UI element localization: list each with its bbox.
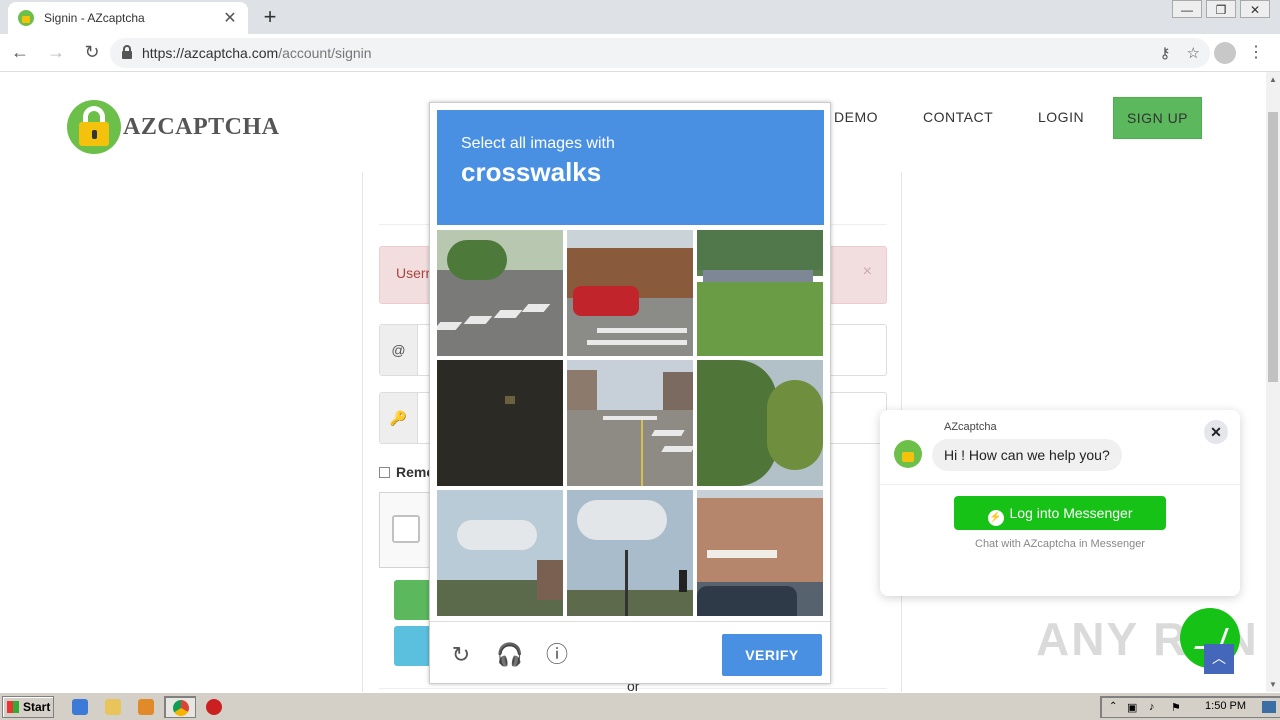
restore-button[interactable]: ❐ xyxy=(1206,0,1236,18)
nav-signup-button[interactable]: SIGN UP xyxy=(1113,97,1202,139)
captcha-tile-9[interactable] xyxy=(697,490,823,616)
nav-login-link[interactable]: LOGIN xyxy=(1038,109,1084,125)
at-sign-icon: @ xyxy=(380,325,418,375)
profile-avatar-icon[interactable] xyxy=(1214,42,1236,64)
chat-sender-name: AZcaptcha xyxy=(944,421,997,433)
recaptcha-checkbox[interactable] xyxy=(392,515,420,543)
site-logo[interactable]: AZCAPTCHA xyxy=(67,100,280,154)
system-tray: ⌃ ▣ ♪ ⚑ xyxy=(1100,696,1280,718)
folder-icon[interactable] xyxy=(105,699,121,715)
browser-tab-bar: Signin - AZcaptcha ✕ + — ❐ ✕ xyxy=(0,0,1280,34)
key-icon[interactable]: ⚷ xyxy=(1160,44,1171,62)
captcha-tile-4[interactable] xyxy=(437,360,563,486)
show-desktop-icon[interactable] xyxy=(1262,701,1276,713)
alert-close-icon[interactable]: × xyxy=(863,263,872,281)
window-controls: — ❐ ✕ xyxy=(1172,0,1270,18)
social-signin-button[interactable] xyxy=(394,626,434,666)
chat-caption: Chat with AZcaptcha in Messenger xyxy=(975,538,1145,550)
alert-text: Userr xyxy=(396,265,431,281)
verify-button[interactable]: VERIFY xyxy=(722,634,822,676)
messenger-icon: ⚡ xyxy=(987,510,1004,526)
ie-icon[interactable] xyxy=(72,699,88,715)
reload-icon[interactable]: ↻ xyxy=(76,42,108,63)
chrome-taskbar-button[interactable] xyxy=(164,696,196,718)
new-tab-button[interactable]: + xyxy=(258,6,282,28)
captcha-tile-6[interactable] xyxy=(697,360,823,486)
tray-expand-icon[interactable]: ⌃ xyxy=(1109,701,1117,712)
forward-arrow-icon[interactable]: → xyxy=(40,42,72,63)
volume-icon[interactable]: ♪ xyxy=(1149,701,1155,713)
padlock-logo-icon xyxy=(67,100,121,154)
close-window-button[interactable]: ✕ xyxy=(1240,0,1270,18)
scroll-up-arrow-icon[interactable]: ▲ xyxy=(1269,75,1277,84)
divider xyxy=(880,484,1240,485)
minimize-button[interactable]: — xyxy=(1172,0,1202,18)
back-arrow-icon[interactable]: ← xyxy=(4,42,36,63)
tab-close-icon[interactable]: ✕ xyxy=(222,8,238,28)
nav-demo-link[interactable]: DEMO xyxy=(834,109,878,125)
opera-icon[interactable] xyxy=(206,699,222,715)
captcha-tile-7[interactable] xyxy=(437,490,563,616)
scroll-to-top-button[interactable]: ︿ xyxy=(1204,644,1234,674)
url-text[interactable]: https://azcaptcha.com/account/signin xyxy=(142,45,372,61)
clock: 1:50 PM xyxy=(1205,700,1246,712)
favicon-icon xyxy=(18,10,34,26)
page-scrollbar[interactable]: ▲ ▼ xyxy=(1266,72,1280,692)
remember-me[interactable]: Reme xyxy=(379,464,434,480)
captcha-instruction-sub: Select all images with xyxy=(461,135,615,152)
browser-tab[interactable]: Signin - AZcaptcha ✕ xyxy=(8,2,248,34)
scrollbar-thumb[interactable] xyxy=(1268,112,1278,382)
chat-widget: AZcaptcha Hi ! How can we help you? ✕ ⚡ L… xyxy=(880,410,1240,596)
chat-close-icon[interactable]: ✕ xyxy=(1204,420,1228,444)
captcha-tile-5[interactable] xyxy=(567,360,693,486)
scroll-down-arrow-icon[interactable]: ▼ xyxy=(1269,680,1277,689)
browser-toolbar: ← → ↻ https://azcaptcha.com/account/sign… xyxy=(0,34,1280,72)
nav-contact-link[interactable]: CONTACT xyxy=(923,109,993,125)
network-icon[interactable]: ▣ xyxy=(1127,701,1137,714)
chat-avatar xyxy=(894,440,922,468)
reload-icon[interactable]: ↻ xyxy=(448,642,474,668)
chat-message: Hi ! How can we help you? xyxy=(932,439,1122,471)
captcha-instruction-target: crosswalks xyxy=(461,157,602,187)
taskbar: Start ⌃ ▣ ♪ ⚑ 1:50 PM xyxy=(0,692,1280,720)
tab-title: Signin - AZcaptcha xyxy=(44,11,145,25)
captcha-footer: ↻ 🎧 ⓘ VERIFY xyxy=(430,621,830,683)
browser-menu-icon[interactable]: ⋮ xyxy=(1248,42,1264,62)
captcha-tile-3[interactable] xyxy=(697,230,823,356)
captcha-instructions: Select all images with crosswalks xyxy=(437,110,824,225)
captcha-tile-8[interactable] xyxy=(567,490,693,616)
chrome-icon xyxy=(173,700,189,716)
audio-headphones-icon[interactable]: 🎧 xyxy=(496,642,523,668)
info-icon[interactable]: ⓘ xyxy=(544,642,570,668)
address-bar[interactable]: https://azcaptcha.com/account/signin ⚷ ☆ xyxy=(110,38,1210,68)
start-button[interactable]: Start xyxy=(2,696,54,718)
log-into-messenger-button[interactable]: ⚡ Log into Messenger xyxy=(954,496,1166,530)
captcha-tile-2[interactable] xyxy=(567,230,693,356)
remember-checkbox[interactable] xyxy=(379,466,390,478)
captcha-challenge: Select all images with crosswalks ↻ 🎧 ⓘ … xyxy=(429,102,831,684)
media-player-icon[interactable] xyxy=(138,699,154,715)
key-icon: 🔑 xyxy=(380,393,418,443)
bookmark-star-icon[interactable]: ☆ xyxy=(1187,44,1200,62)
captcha-tile-1[interactable] xyxy=(437,230,563,356)
signin-button[interactable] xyxy=(394,580,434,620)
flag-icon[interactable]: ⚑ xyxy=(1171,701,1181,714)
logo-text: AZCAPTCHA xyxy=(123,113,280,140)
lock-icon xyxy=(122,45,132,59)
